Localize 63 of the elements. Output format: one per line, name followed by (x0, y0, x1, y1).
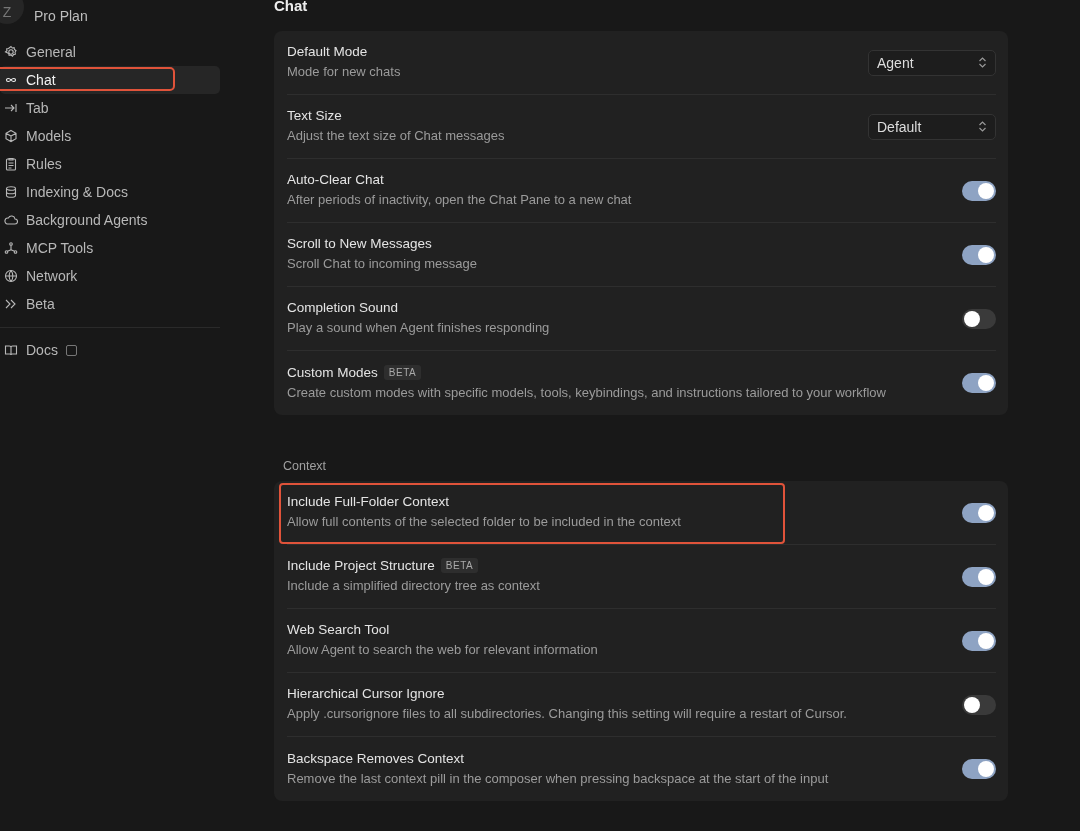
setting-title: Completion Sound (287, 300, 399, 315)
sidebar-item[interactable]: Network (0, 262, 220, 290)
dropdown[interactable]: Default (868, 113, 996, 140)
sidebar-item[interactable]: Beta (0, 290, 220, 318)
toggle-switch[interactable] (962, 244, 996, 265)
sidebar-item[interactable]: MCP Tools (0, 234, 220, 262)
setting-description: Scroll Chat to incoming message (287, 255, 478, 273)
setting-title: Hierarchical Cursor Ignore (287, 686, 445, 701)
nav-icon (4, 101, 18, 115)
setting-description: Adjust the text size of Chat messages (287, 127, 505, 145)
sidebar-item[interactable]: Docs (0, 336, 220, 364)
plan-label: Pro Plan (34, 8, 88, 24)
toggle-switch[interactable] (962, 502, 996, 523)
sidebar-item[interactable]: Background Agents (0, 206, 220, 234)
nav-icon (4, 157, 18, 171)
sidebar-item[interactable]: Rules (0, 150, 220, 178)
nav-icon (4, 241, 18, 255)
chevron-icon (978, 120, 987, 133)
toggle-switch[interactable] (962, 694, 996, 715)
setting-title: Scroll to New Messages (287, 236, 432, 251)
setting-title: Include Full-Folder Context (287, 494, 450, 509)
toggle-switch[interactable] (962, 373, 996, 393)
page-title: Chat (274, 0, 309, 16)
beta-badge: BETA (383, 364, 422, 380)
setting-description: Mode for new chats (287, 63, 401, 81)
sidebar-item[interactable]: Chat (0, 66, 220, 94)
nav-icon (4, 45, 18, 59)
nav-icon (4, 269, 18, 283)
nav-icon (4, 129, 18, 143)
setting-title: Backspace Removes Context (287, 750, 465, 766)
setting-description: After periods of inactivity, open the Chat Pane to a new chat (287, 191, 632, 209)
avatar: Z (0, 0, 24, 24)
setting-title: Include Project Structure (287, 558, 435, 573)
setting-title: Default Mode (287, 44, 368, 59)
external-link-icon (65, 344, 77, 356)
toggle-switch[interactable] (962, 308, 996, 329)
dropdown[interactable]: Agent (868, 49, 996, 76)
setting-description: Apply .cursorignore files to all subdirectories. Changing this setting will require a restart of Cursor. (287, 705, 847, 723)
nav-icon (4, 343, 18, 357)
section-heading: Context (283, 459, 328, 473)
setting-title: Custom Modes (287, 364, 378, 380)
chevron-icon (978, 56, 987, 69)
setting-description: Play a sound when Agent finishes responding (287, 319, 550, 337)
setting-title: Web Search Tool (287, 622, 390, 637)
setting-description: Allow full contents of the selected folder to be included in the context (287, 513, 681, 531)
beta-badge: BETA (440, 558, 479, 573)
nav-icon (4, 297, 18, 311)
setting-title: Auto-Clear Chat (287, 172, 384, 187)
setting-description: Allow Agent to search the web for relevant information (287, 641, 598, 659)
toggle-switch[interactable] (962, 180, 996, 201)
toggle-switch[interactable] (962, 566, 996, 587)
toggle-switch[interactable] (962, 759, 996, 779)
setting-description: Include a simplified directory tree as context (287, 577, 540, 595)
nav-icon (4, 185, 18, 199)
setting-description: Create custom modes with specific models, tools, keybindings, and instructions tailored to your workflow (287, 383, 886, 402)
toggle-switch[interactable] (962, 630, 996, 651)
setting-title: Text Size (287, 108, 342, 123)
setting-description: Remove the last context pill in the composer when pressing backspace at the start of the input (287, 769, 829, 788)
sidebar-item[interactable]: General (0, 38, 220, 66)
nav-icon (4, 213, 18, 227)
sidebar-item[interactable]: Tab (0, 94, 220, 122)
sidebar-item[interactable]: Models (0, 122, 220, 150)
sidebar-item[interactable]: Indexing & Docs (0, 178, 220, 206)
